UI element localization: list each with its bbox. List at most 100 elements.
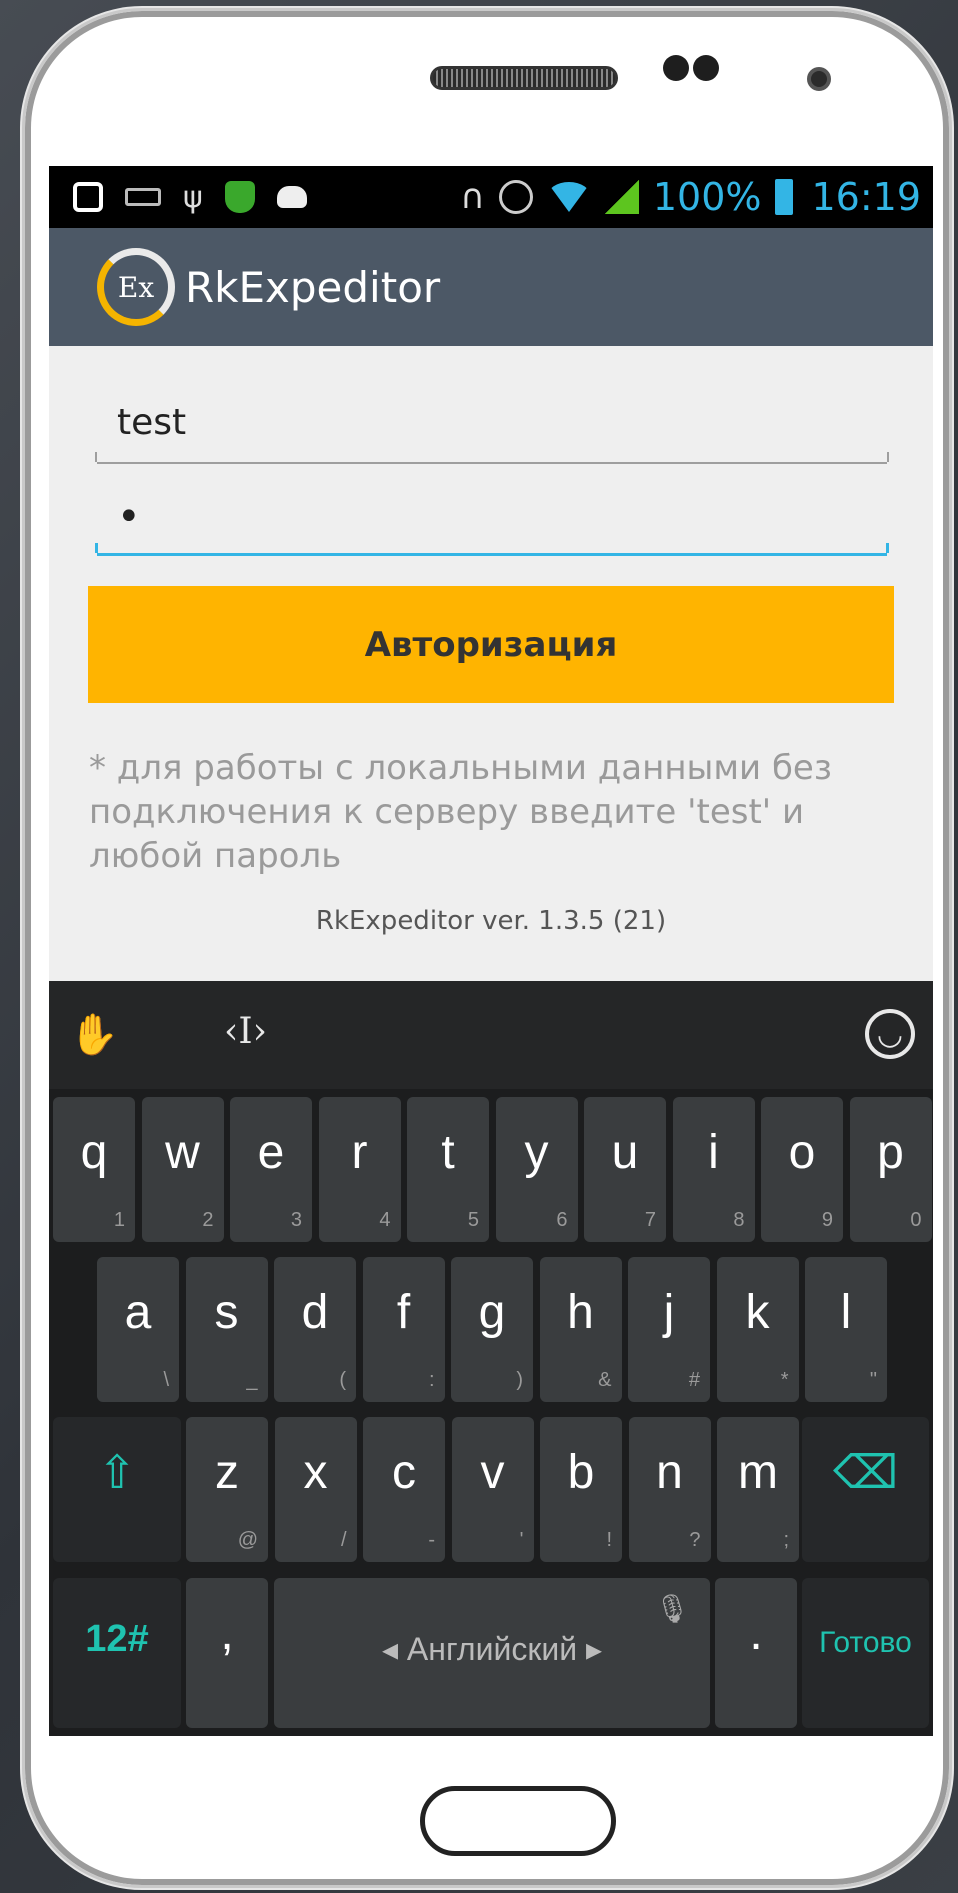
key-p-alt-label: 0: [910, 1209, 922, 1231]
password-field[interactable]: •: [95, 486, 889, 556]
key-j[interactable]: j #: [628, 1257, 710, 1402]
soft-keyboard: ✋ ‹I› ◡ q 1 w 2 e 3 r 4 t 5 y 6 u 7 i 8 o 9 p 0 a \ s _ d(f: g) h &…: [49, 981, 933, 1736]
key-b[interactable]: b!: [540, 1417, 622, 1562]
key-g-alt-label: ): [516, 1369, 523, 1391]
key-s[interactable]: s _: [185, 1257, 268, 1402]
key-x-alt-label: /: [340, 1529, 347, 1551]
username-field[interactable]: test: [95, 402, 889, 464]
key-p[interactable]: p0: [849, 1097, 932, 1242]
logo-text: Ex: [117, 270, 155, 304]
key-t-label: t: [441, 1126, 455, 1179]
home-icon: [73, 182, 103, 212]
key-f[interactable]: f:: [362, 1257, 445, 1402]
keyboard-toolbar: ✋ ‹I› ◡: [49, 981, 933, 1089]
home-button[interactable]: [420, 1786, 616, 1856]
key-c[interactable]: c-: [363, 1417, 445, 1562]
key-w-label: w: [165, 1126, 200, 1179]
key-b-alt-label: !: [606, 1529, 612, 1551]
key-l[interactable]: l ": [805, 1257, 887, 1402]
version-label: RkExpeditor ver. 1.3.5 (21): [315, 906, 667, 936]
key-k-alt-label: *: [780, 1369, 789, 1391]
key-j-label: j: [663, 1286, 675, 1339]
key-m[interactable]: m;: [717, 1417, 799, 1562]
period-key-label: .: [749, 1607, 763, 1660]
key-v[interactable]: v ': [451, 1417, 534, 1562]
key-w-alt-label: 2: [202, 1209, 214, 1231]
key-i[interactable]: i8: [672, 1097, 755, 1242]
key-m-alt-label: ;: [783, 1529, 789, 1551]
key-y[interactable]: y6: [495, 1097, 578, 1242]
battery-icon: [775, 179, 794, 215]
shift-key[interactable]: ⇧: [53, 1417, 181, 1562]
key-k[interactable]: k *: [716, 1257, 799, 1402]
key-d-alt-label: (: [339, 1369, 346, 1391]
key-f-alt-label: :: [428, 1369, 435, 1391]
space-key-label: ◂ Английский ▸: [381, 1631, 603, 1667]
key-u[interactable]: u7: [584, 1097, 666, 1242]
key-h[interactable]: h &: [539, 1257, 622, 1402]
emoji-icon[interactable]: ◡: [865, 1009, 915, 1059]
key-r-alt-label: 4: [379, 1209, 391, 1231]
key-y-label: y: [524, 1126, 549, 1179]
key-g-label: g: [478, 1286, 506, 1339]
comma-key[interactable]: ,: [186, 1578, 268, 1728]
key-c-label: c: [392, 1446, 416, 1499]
key-s-alt-label: _: [246, 1369, 258, 1391]
key-q[interactable]: q1: [53, 1097, 135, 1242]
key-h-label: h: [567, 1286, 594, 1339]
headphones-icon: ∩: [459, 177, 485, 217]
device-screen: ψ ∩ 100% 16:19 Ex RkExpeditor test • Авт…: [49, 166, 933, 1736]
android-icon: [276, 186, 307, 208]
numbers-key[interactable]: 12#: [53, 1578, 181, 1728]
key-t[interactable]: t5: [407, 1097, 489, 1242]
app-logo-icon: Ex: [97, 248, 175, 326]
login-button[interactable]: Авторизация: [88, 586, 894, 703]
key-q-label: q: [80, 1126, 108, 1179]
key-a-alt-label: \: [163, 1369, 169, 1391]
key-o[interactable]: o9: [761, 1097, 843, 1242]
key-l-label: l: [840, 1286, 852, 1339]
space-key[interactable]: ◂ Английский ▸ 🎙: [274, 1578, 710, 1728]
key-n[interactable]: n?: [628, 1417, 711, 1562]
key-m-label: m: [738, 1446, 778, 1499]
local-data-hint: * для работы с локальными данными без по…: [89, 748, 832, 876]
key-u-label: u: [611, 1126, 639, 1179]
key-d[interactable]: d(: [274, 1257, 356, 1402]
period-key[interactable]: .: [715, 1578, 797, 1728]
key-a-label: a: [124, 1286, 152, 1339]
numbers-key-label: 12#: [85, 1618, 149, 1660]
key-a[interactable]: a \: [97, 1257, 179, 1402]
key-i-alt-label: 8: [733, 1209, 745, 1231]
password-value: •: [117, 494, 141, 540]
key-n-alt-label: ?: [689, 1529, 701, 1551]
key-f-label: f: [396, 1286, 411, 1339]
backspace-key[interactable]: ⌫: [802, 1417, 929, 1562]
key-x[interactable]: x /: [274, 1417, 357, 1562]
touchpal-icon[interactable]: ✋: [69, 1011, 119, 1058]
key-i-label: i: [708, 1126, 719, 1179]
key-b-label: b: [567, 1446, 595, 1499]
done-key[interactable]: Готово: [802, 1578, 929, 1728]
key-j-alt-label: #: [688, 1369, 700, 1391]
signal-icon: [604, 180, 639, 214]
key-y-alt-label: 6: [556, 1209, 568, 1231]
clock: 16:19: [811, 175, 921, 219]
done-key-label: Готово: [819, 1626, 912, 1659]
key-k-label: k: [745, 1286, 770, 1339]
key-u-alt-label: 7: [644, 1209, 656, 1231]
backspace-key-label: ⌫: [832, 1446, 899, 1498]
key-l-alt-label: ": [869, 1369, 877, 1391]
key-w[interactable]: w2: [141, 1097, 224, 1242]
shield-icon: [224, 181, 255, 213]
key-r-label: r: [351, 1126, 368, 1179]
comma-key-label: ,: [220, 1607, 234, 1660]
key-e[interactable]: e3: [230, 1097, 312, 1242]
key-g[interactable]: g): [451, 1257, 533, 1402]
key-c-alt-label: -: [428, 1529, 435, 1551]
cursor-move-icon[interactable]: ‹I›: [224, 1011, 267, 1052]
status-bar: ψ ∩ 100% 16:19: [49, 166, 933, 228]
shift-key-label: ⇧: [97, 1446, 137, 1498]
key-r[interactable]: r4: [318, 1097, 401, 1242]
key-s-label: s: [214, 1286, 239, 1339]
key-z[interactable]: z @: [186, 1417, 268, 1562]
